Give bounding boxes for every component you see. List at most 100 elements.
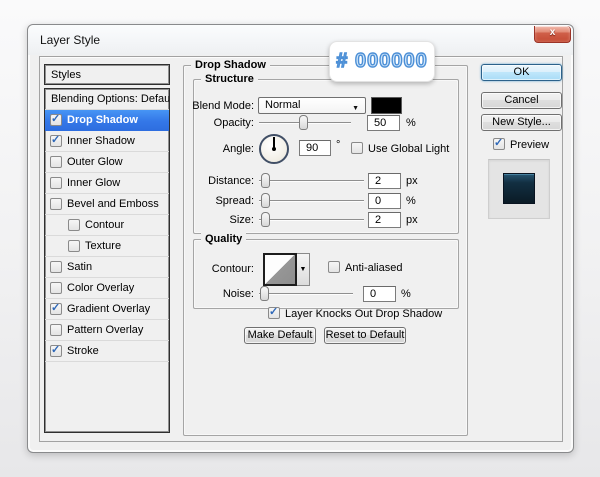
distance-slider[interactable] xyxy=(259,173,364,188)
sidebar-item-blending-options-default[interactable]: Blending Options: Default xyxy=(45,89,169,110)
slider-track xyxy=(259,180,364,181)
checkbox-icon[interactable] xyxy=(50,261,62,273)
distance-label: Distance: xyxy=(174,175,254,187)
ok-button[interactable]: OK xyxy=(481,64,562,81)
cancel-button[interactable]: Cancel xyxy=(481,92,562,109)
sidebar-item-label: Drop Shadow xyxy=(67,114,138,126)
sidebar-item-texture[interactable]: Texture xyxy=(45,236,169,257)
checkbox-icon[interactable] xyxy=(68,240,80,252)
spread-slider[interactable] xyxy=(259,193,364,208)
color-hex-tooltip: # 000000 xyxy=(329,41,435,82)
title-bar[interactable]: Layer Style xyxy=(28,25,573,55)
spread-field[interactable]: 0 xyxy=(368,193,401,209)
sidebar-item-label: Texture xyxy=(85,240,121,252)
window-title: Layer Style xyxy=(40,33,100,47)
angle-dial[interactable] xyxy=(259,134,289,164)
contour-label: Contour: xyxy=(174,263,254,275)
use-global-light-checkbox[interactable] xyxy=(351,142,363,154)
opacity-field[interactable]: 50 xyxy=(367,115,400,131)
sidebar-item-contour[interactable]: Contour xyxy=(45,215,169,236)
angle-unit: ° xyxy=(336,139,340,151)
checkbox-icon[interactable] xyxy=(68,219,80,231)
blend-mode-select[interactable]: Normal ▼ xyxy=(258,97,366,114)
layer-style-dialog: Layer Style x Styles Blending Options: D… xyxy=(27,24,574,453)
checkbox-icon[interactable] xyxy=(50,135,62,147)
close-icon: x xyxy=(550,27,556,38)
spread-unit: % xyxy=(406,195,416,207)
slider-knob[interactable] xyxy=(261,173,270,188)
checkbox-icon[interactable] xyxy=(50,282,62,294)
sidebar-item-label: Bevel and Emboss xyxy=(67,198,159,210)
preview-swatch xyxy=(503,173,535,204)
sidebar-item-label: Blending Options: Default xyxy=(51,93,170,105)
sidebar-item-inner-shadow[interactable]: Inner Shadow xyxy=(45,131,169,152)
blend-mode-value: Normal xyxy=(265,99,300,111)
slider-knob[interactable] xyxy=(260,286,269,301)
opacity-label: Opacity: xyxy=(174,117,254,129)
distance-unit: px xyxy=(406,175,418,187)
slider-knob[interactable] xyxy=(261,212,270,227)
slider-knob[interactable] xyxy=(299,115,308,130)
spread-label: Spread: xyxy=(174,195,254,207)
noise-unit: % xyxy=(401,288,411,300)
slider-knob[interactable] xyxy=(261,193,270,208)
anti-aliased-checkbox[interactable] xyxy=(328,261,340,273)
size-field[interactable]: 2 xyxy=(368,212,401,228)
sidebar-item-label: Color Overlay xyxy=(67,282,134,294)
contour-dropdown-button[interactable]: ▼ xyxy=(297,253,310,286)
opacity-unit: % xyxy=(406,117,416,129)
close-button[interactable]: x xyxy=(534,26,571,43)
checkbox-icon[interactable] xyxy=(50,177,62,189)
distance-field[interactable]: 2 xyxy=(368,173,401,189)
sidebar-item-satin[interactable]: Satin xyxy=(45,257,169,278)
size-slider[interactable] xyxy=(259,212,364,227)
contour-picker[interactable] xyxy=(263,253,297,286)
chevron-down-icon: ▼ xyxy=(352,101,359,116)
sidebar-item-bevel-and-emboss[interactable]: Bevel and Emboss xyxy=(45,194,169,215)
sidebar-item-pattern-overlay[interactable]: Pattern Overlay xyxy=(45,320,169,341)
styles-header: Styles xyxy=(44,64,170,85)
checkbox-icon[interactable] xyxy=(50,198,62,210)
sidebar-item-label: Inner Glow xyxy=(67,177,120,189)
checkbox-icon[interactable] xyxy=(50,345,62,357)
sidebar-item-label: Inner Shadow xyxy=(67,135,135,147)
new-style-button[interactable]: New Style... xyxy=(481,114,562,131)
angle-label: Angle: xyxy=(174,143,254,155)
noise-field[interactable]: 0 xyxy=(363,286,396,302)
preview-checkbox[interactable] xyxy=(493,138,505,150)
sidebar-item-drop-shadow[interactable]: Drop Shadow xyxy=(45,110,169,131)
sidebar-item-outer-glow[interactable]: Outer Glow xyxy=(45,152,169,173)
structure-group-title: Structure xyxy=(201,72,258,86)
sidebar-item-label: Satin xyxy=(67,261,92,273)
layer-knockout-label: Layer Knocks Out Drop Shadow xyxy=(285,308,442,320)
reset-to-default-button[interactable]: Reset to Default xyxy=(324,327,406,344)
chevron-down-icon: ▼ xyxy=(300,266,307,273)
opacity-slider[interactable] xyxy=(259,115,351,130)
checkbox-icon[interactable] xyxy=(50,156,62,168)
styles-list: Blending Options: Default Drop Shadow Inne… xyxy=(44,88,170,433)
sidebar-item-stroke[interactable]: Stroke xyxy=(45,341,169,362)
sidebar-item-label: Pattern Overlay xyxy=(67,324,143,336)
sidebar-item-color-overlay[interactable]: Color Overlay xyxy=(45,278,169,299)
noise-slider[interactable] xyxy=(259,286,353,301)
sidebar-item-gradient-overlay[interactable]: Gradient Overlay xyxy=(45,299,169,320)
checkbox-icon[interactable] xyxy=(50,303,62,315)
sidebar-item-label: Outer Glow xyxy=(67,156,123,168)
preview-label: Preview xyxy=(510,139,549,151)
layer-knockout-checkbox[interactable] xyxy=(268,307,280,319)
checkbox-icon[interactable] xyxy=(50,324,62,336)
sidebar-item-inner-glow[interactable]: Inner Glow xyxy=(45,173,169,194)
blend-mode-label: Blend Mode: xyxy=(174,100,254,112)
shadow-color-swatch[interactable] xyxy=(371,97,402,114)
drop-shadow-panel-title: Drop Shadow xyxy=(191,58,270,72)
preview-panel xyxy=(488,159,550,219)
sidebar-item-label: Gradient Overlay xyxy=(67,303,150,315)
checkbox-icon[interactable] xyxy=(50,114,62,126)
use-global-light-label: Use Global Light xyxy=(368,143,449,155)
sidebar-item-label: Stroke xyxy=(67,345,99,357)
angle-field[interactable]: 90 xyxy=(299,140,331,156)
angle-hub xyxy=(272,147,276,151)
slider-track xyxy=(259,219,364,220)
make-default-button[interactable]: Make Default xyxy=(244,327,316,344)
size-unit: px xyxy=(406,214,418,226)
